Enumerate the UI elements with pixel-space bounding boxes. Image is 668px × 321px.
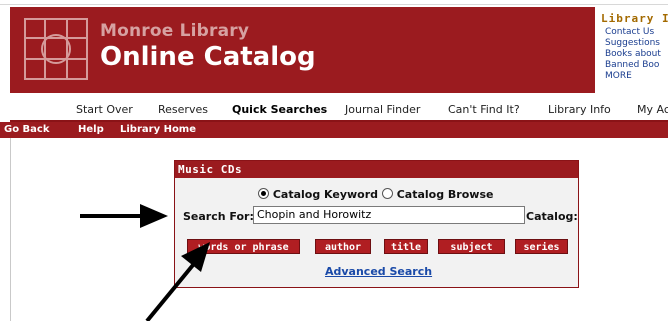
arrow-annotation-icon (80, 204, 210, 321)
